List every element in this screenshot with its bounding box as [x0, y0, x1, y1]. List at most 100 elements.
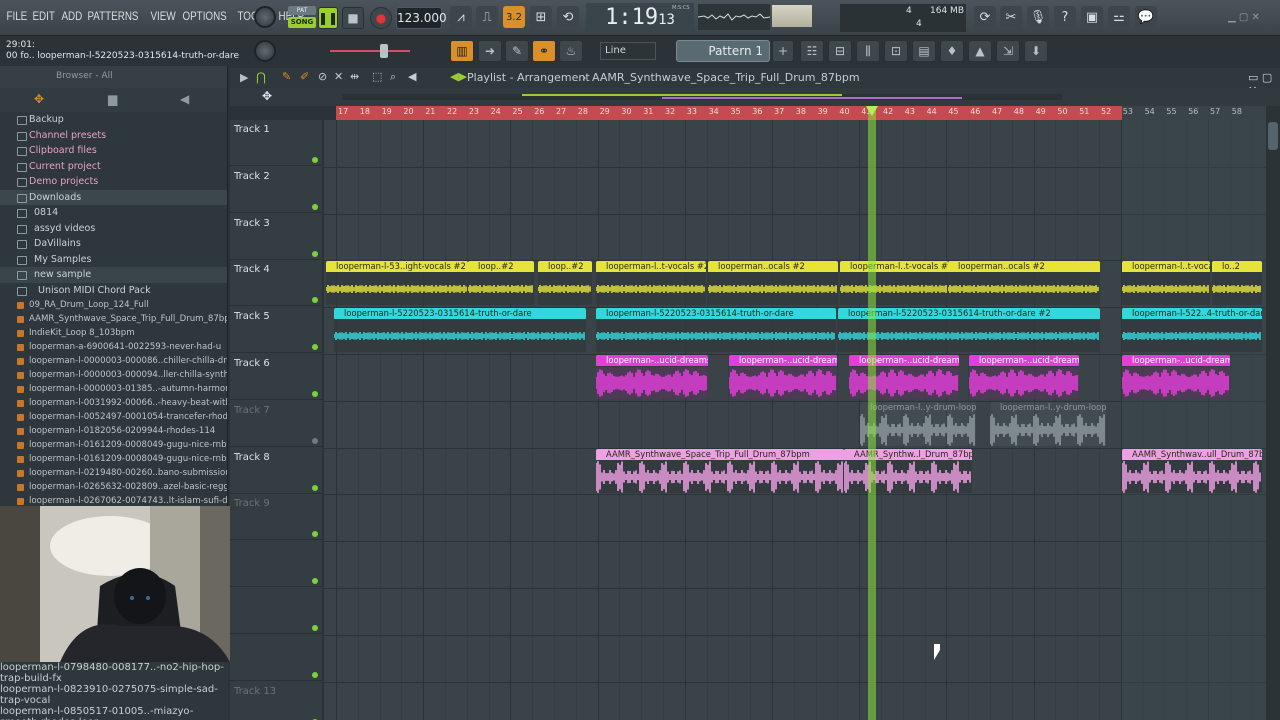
browser-folder[interactable]: Unison MIDI Chord Pack: [0, 283, 227, 299]
undo-icon[interactable]: ⟳: [974, 6, 996, 28]
brush-icon[interactable]: ✐: [300, 70, 309, 83]
browser-folder[interactable]: 0814: [0, 205, 227, 221]
track-header[interactable]: Track 3: [230, 214, 322, 260]
render-icon[interactable]: ⬇: [1024, 40, 1048, 62]
track-mute-led[interactable]: [312, 531, 318, 538]
step-edit-icon[interactable]: ⊞: [530, 6, 552, 28]
speaker-icon[interactable]: ◀: [180, 92, 189, 106]
arrangement-clip[interactable]: AAMR_Synthwave_Space_Trip_Full_Drum_87bp…: [596, 448, 844, 493]
track-header[interactable]: Track 7: [230, 401, 322, 447]
track-header[interactable]: Track 13: [230, 682, 322, 720]
arrangement-clip[interactable]: looperman-l-5220523-0315614-truth-or-dar…: [334, 308, 586, 353]
save-icon[interactable]: ▣: [1081, 6, 1103, 28]
track-mute-led[interactable]: [312, 484, 318, 491]
track-header[interactable]: [230, 635, 322, 681]
browser-file[interactable]: IndieKit_Loop 8_103bpm: [0, 326, 227, 340]
browser-file[interactable]: looperman-l-0000003-000094..ller-chilla-…: [0, 368, 227, 382]
touch-keyboard-icon[interactable]: ▲: [968, 40, 992, 62]
cut-icon[interactable]: ✂: [1000, 6, 1022, 28]
browser-folder[interactable]: Downloads: [0, 189, 227, 205]
plugin-icon[interactable]: ⊡: [884, 40, 908, 62]
browser-file[interactable]: looperman-l-0161209-0008049-gugu-nice-rn…: [0, 452, 227, 466]
browser-file[interactable]: 09_RA_Drum_Loop_124_Full: [0, 298, 227, 312]
pattern-song-toggle[interactable]: PAT SONG: [288, 6, 316, 30]
track-mute-led[interactable]: [312, 344, 318, 351]
arrangement-clip[interactable]: looperman-..ucid-dreams: [729, 355, 837, 399]
track-mute-led[interactable]: [312, 578, 318, 585]
track-header[interactable]: Track 6: [230, 354, 322, 400]
file-icon[interactable]: ▆: [108, 92, 117, 106]
track-mute-led[interactable]: [312, 297, 318, 304]
playback-icon[interactable]: ◀: [408, 70, 416, 83]
track-mute-led[interactable]: [312, 437, 318, 444]
arrangement-clip[interactable]: looperman..ocals #2: [948, 261, 1100, 306]
collapse-icon[interactable]: ✥: [34, 92, 44, 106]
mixer-view-icon[interactable]: ⫼: [856, 40, 880, 62]
browser-file[interactable]: looperman-l-0219480-00260..bano-submissi…: [0, 466, 227, 480]
arrangement-clip[interactable]: looperman-..ucid-dreams: [596, 355, 708, 399]
browser-folder[interactable]: Demo projects: [0, 174, 227, 190]
track-header[interactable]: Track 8: [230, 448, 322, 494]
stop-button[interactable]: ■: [342, 7, 364, 29]
browser-file[interactable]: looperman-l-0000003-000086..chiller-chil…: [0, 354, 227, 368]
arrangement-clip[interactable]: looperman..ocals #2: [708, 261, 838, 306]
track-header[interactable]: Track 4: [230, 260, 322, 307]
track-header[interactable]: Track 2: [230, 167, 322, 213]
arrangement-clip[interactable]: looperman-..ucid-dreams: [969, 355, 1079, 399]
browser-folder[interactable]: Current project: [0, 159, 227, 175]
browser-folder[interactable]: new sample: [0, 267, 227, 283]
arrangement-clip[interactable]: looperman-l..y-drum-loop: [990, 401, 1106, 446]
arrangement-clip[interactable]: looperman-..ucid-dreams: [849, 355, 959, 399]
arrangement-clip[interactable]: looperman-..ucid-dreams: [1122, 355, 1230, 399]
tempo-display[interactable]: 123.000: [396, 7, 447, 29]
delete-icon[interactable]: ⊘: [318, 70, 327, 83]
track-mute-led[interactable]: [312, 157, 318, 163]
browser-icon[interactable]: ▤: [912, 40, 936, 62]
arrow-right-icon[interactable]: ▶: [240, 71, 248, 84]
browser-folder[interactable]: Channel presets: [0, 128, 227, 144]
track-mute-led[interactable]: [312, 625, 318, 631]
menu-add[interactable]: ADD: [59, 9, 85, 23]
browser-file[interactable]: looperman-l-0823910-0275075-simple-sad-t…: [0, 684, 228, 706]
arrangement-clip[interactable]: looperman-l-5220523-0315614-truth-or-dar…: [838, 308, 1100, 353]
arrow-icon[interactable]: ➜: [478, 40, 502, 62]
arrangement-clip[interactable]: looperman-l..t-vocals #2: [596, 261, 706, 306]
browser-folder[interactable]: My Samples: [0, 252, 227, 268]
browser-folder[interactable]: Backup: [0, 112, 227, 128]
arrangement-clip[interactable]: looperman-l..y-drum-loop: [860, 401, 976, 446]
browser-file[interactable]: looperman-l-0161209-0008049-gugu-nice-rn…: [0, 438, 227, 452]
arrangement-clip[interactable]: loop..#2: [468, 261, 534, 306]
arrangement-clip[interactable]: looperman-l..t-vocals #2: [1122, 261, 1210, 306]
overview-bar[interactable]: [342, 94, 1062, 100]
browser-file[interactable]: AAMR_Synthwave_Space_Trip_Full_Drum_87bp…: [0, 312, 227, 326]
track-header[interactable]: [230, 588, 322, 634]
mute-icon[interactable]: ✕: [334, 70, 343, 83]
track-mute-led[interactable]: [312, 250, 318, 257]
track-header[interactable]: Track 1: [230, 120, 322, 166]
master-pitch-knob[interactable]: [254, 40, 276, 62]
master-pitch-slider[interactable]: [330, 44, 410, 58]
browser-file[interactable]: looperman-l-0182056-0209944-rhodes-114: [0, 424, 227, 438]
arrangement-clip[interactable]: looperman-l..t-vocals #3: [840, 261, 948, 306]
paint-icon[interactable]: ✎: [505, 40, 529, 62]
magnet-icon[interactable]: ⋂: [256, 70, 266, 84]
metronome-icon[interactable]: ⩘: [450, 6, 472, 28]
browser-file[interactable]: looperman-l-0052497-0001054-trancefer-rh…: [0, 410, 227, 424]
zoom-fit-icon[interactable]: ✥: [262, 89, 272, 103]
wait-input-icon[interactable]: ⎍: [476, 6, 498, 28]
slider-handle[interactable]: [380, 44, 388, 58]
countdown-icon[interactable]: 3.2: [503, 6, 525, 28]
menu-view[interactable]: VIEW: [148, 9, 178, 23]
plugin-picker-icon[interactable]: ♦: [940, 40, 964, 62]
menu-options[interactable]: OPTIONS: [180, 9, 229, 23]
arrangement-clip[interactable]: AAMR_Synthwav..ull_Drum_87bpm: [1122, 448, 1262, 493]
vertical-scrollbar[interactable]: [1266, 106, 1280, 720]
master-volume-knob[interactable]: [254, 6, 276, 28]
track-mute-led[interactable]: [312, 203, 318, 210]
browser-file[interactable]: looperman-l-0265632-002809..azel-basic-r…: [0, 480, 227, 494]
chat-icon[interactable]: 💬: [1135, 6, 1157, 28]
browser-folder[interactable]: Clipboard files: [0, 143, 227, 159]
select-icon[interactable]: ⬚: [372, 70, 382, 83]
menu-patterns[interactable]: PATTERNS: [85, 9, 141, 23]
help-icon[interactable]: ?: [1054, 6, 1076, 28]
